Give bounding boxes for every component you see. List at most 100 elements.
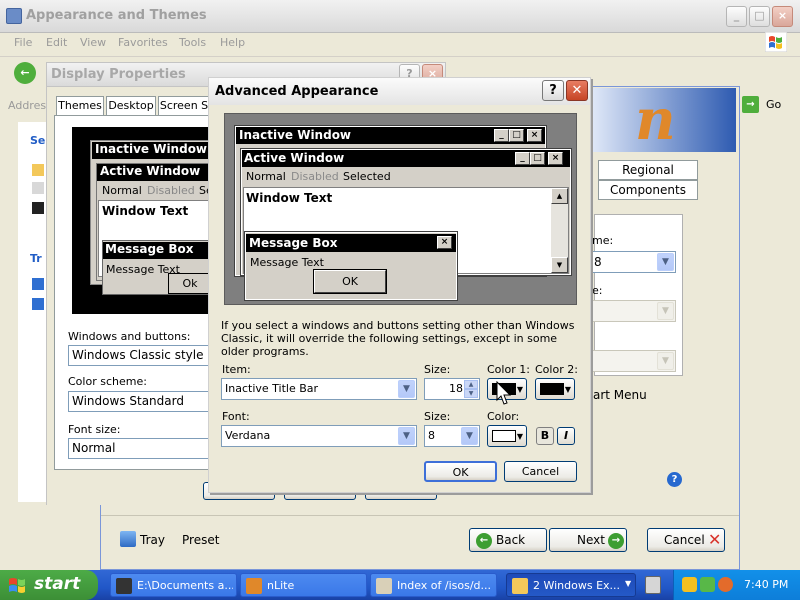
menu-edit[interactable]: Edit — [46, 36, 67, 49]
windows-buttons-select[interactable]: Windows Classic style — [68, 345, 210, 366]
control-panel-icon — [6, 8, 22, 24]
tab-themes[interactable]: Themes — [56, 96, 104, 116]
help-button[interactable]: ? — [542, 80, 564, 101]
nlite-field1-select[interactable]: 8 ▼ — [590, 251, 676, 273]
keyboard-icon[interactable] — [645, 576, 661, 594]
minimize-button[interactable]: _ — [726, 6, 747, 27]
security-shield-icon[interactable] — [682, 577, 697, 592]
chevron-down-icon: ▼ — [516, 385, 523, 394]
preview-menu-selected[interactable]: Selected — [343, 170, 391, 183]
spin-down-icon[interactable]: ▼ — [464, 389, 478, 398]
next-label: Next — [577, 533, 605, 547]
chevron-down-icon: ▼ — [461, 427, 478, 445]
item-size-value: 18 — [449, 382, 463, 395]
preview-scrollbar[interactable]: ▲ ▼ — [551, 188, 568, 273]
dp-preview-active-title: Active Window — [97, 164, 212, 181]
document-icon — [32, 182, 44, 194]
next-button[interactable]: Next → — [549, 528, 627, 552]
maximize-button[interactable]: □ — [749, 6, 770, 27]
search-icon[interactable] — [718, 577, 733, 592]
close-button[interactable]: ✕ — [566, 80, 588, 101]
dp-preview-ok: Ok — [168, 273, 212, 294]
item-size-spinner[interactable]: 18 ▲ ▼ — [424, 378, 480, 400]
back-button[interactable]: ← Back — [469, 528, 547, 552]
bold-toggle[interactable]: B — [536, 427, 554, 445]
nlite-field1-label: me: — [592, 234, 614, 247]
preview-inactive-title-bar[interactable]: Inactive Window _ □ × — [236, 127, 545, 144]
advanced-appearance-title: Advanced Appearance — [215, 84, 379, 99]
taskbar-item-label: nLite — [267, 579, 295, 592]
taskbar-item-7zip[interactable]: E:\Documents a... — [110, 573, 237, 597]
item-label: Item: — [222, 363, 251, 376]
item-select[interactable]: Inactive Title Bar ▼ — [221, 378, 417, 400]
color2-picker[interactable]: ▼ — [535, 378, 575, 400]
cancel-button[interactable]: Cancel — [504, 461, 577, 482]
preview-menu-normal[interactable]: Normal — [246, 170, 286, 183]
taskbar-item-explorer-group[interactable]: 2 Windows Ex... ▼ — [506, 573, 636, 597]
tray-button[interactable]: Tray — [120, 530, 180, 550]
chevron-down-icon: ▼ — [398, 427, 415, 445]
dp-preview-message-title: Message Box — [103, 242, 212, 259]
close-button[interactable]: × — [772, 6, 793, 27]
nlite-field2-select: ▼ — [590, 300, 676, 322]
tab-components[interactable]: Components — [598, 180, 698, 200]
chevron-down-icon: ▼ — [564, 385, 571, 394]
menu-bar: File Edit View Favorites Tools Help — [0, 33, 800, 53]
nlite-cancel-button[interactable]: Cancel ✕ — [647, 528, 725, 552]
color-scheme-label: Color scheme: — [68, 375, 147, 388]
help-icon[interactable]: ? — [667, 472, 682, 487]
menu-help[interactable]: Help — [220, 36, 245, 49]
font-size-select[interactable]: 8 ▼ — [424, 425, 480, 447]
nlite-field3-select: ▼ — [590, 350, 676, 372]
italic-toggle[interactable]: I — [557, 427, 575, 445]
tab-screen-saver[interactable]: Screen S — [158, 96, 210, 116]
override-info-text: If you select a windows and buttons sett… — [221, 319, 575, 358]
preview-active-title-bar[interactable]: Active Window _ □ × — [242, 150, 570, 167]
tab-regional[interactable]: Regional — [598, 160, 698, 180]
taskbar-item-nlite[interactable]: nLite — [240, 573, 367, 597]
close-icon: × — [437, 236, 452, 249]
maximize-icon: □ — [530, 152, 545, 165]
menu-view[interactable]: View — [80, 36, 106, 49]
system-tray: 7:40 PM — [673, 570, 800, 600]
close-icon: × — [527, 129, 542, 142]
preset-link[interactable]: Preset — [182, 533, 219, 547]
explorer-title: Appearance and Themes — [26, 8, 207, 23]
help-icon[interactable] — [32, 278, 44, 290]
font-size-select[interactable]: Normal — [68, 438, 210, 459]
go-button[interactable]: → Go — [742, 95, 794, 115]
7zip-icon — [116, 578, 132, 594]
forward-arrow-icon: → — [608, 533, 624, 549]
preview-ok-button[interactable]: OK — [313, 269, 387, 294]
chevron-down-icon: ▼ — [625, 579, 632, 588]
menu-tools[interactable]: Tools — [179, 36, 206, 49]
chevron-down-icon: ▼ — [657, 352, 674, 370]
font-select[interactable]: Verdana ▼ — [221, 425, 417, 447]
font-size-label: Font size: — [68, 423, 121, 436]
ok-button[interactable]: OK — [424, 461, 497, 482]
menu-file[interactable]: File — [14, 36, 32, 49]
clock[interactable]: 7:40 PM — [744, 578, 788, 591]
chevron-down-icon: ▼ — [657, 302, 674, 320]
tab-desktop[interactable]: Desktop — [106, 96, 156, 116]
preview-message-title-bar[interactable]: Message Box × — [246, 234, 456, 252]
browser-icon — [376, 578, 392, 594]
nlite-logo-icon: n — [635, 87, 676, 153]
item-value: Inactive Title Bar — [225, 382, 319, 395]
taskbar-item-browser[interactable]: Index of /isos/d... — [370, 573, 497, 597]
scroll-down-icon: ▼ — [551, 257, 568, 273]
color-scheme-select[interactable]: Windows Standard — [68, 391, 210, 412]
help-icon-2[interactable] — [32, 298, 44, 310]
preview-message-text: Message Text — [250, 256, 324, 269]
back-arrow-icon[interactable]: ← — [14, 62, 36, 84]
network-icon[interactable] — [700, 577, 715, 592]
font-color-picker[interactable]: ▼ — [487, 425, 527, 447]
windows-buttons-label: Windows and buttons: — [68, 330, 191, 343]
color2-swatch — [540, 383, 564, 395]
font-color-swatch — [492, 430, 516, 442]
side-head-troubleshooters: Tr — [30, 252, 42, 265]
menu-favorites[interactable]: Favorites — [118, 36, 168, 49]
spin-up-icon[interactable]: ▲ — [464, 380, 478, 389]
preview-menu-disabled[interactable]: Disabled — [291, 170, 339, 183]
mouse-cursor-icon — [496, 381, 512, 405]
